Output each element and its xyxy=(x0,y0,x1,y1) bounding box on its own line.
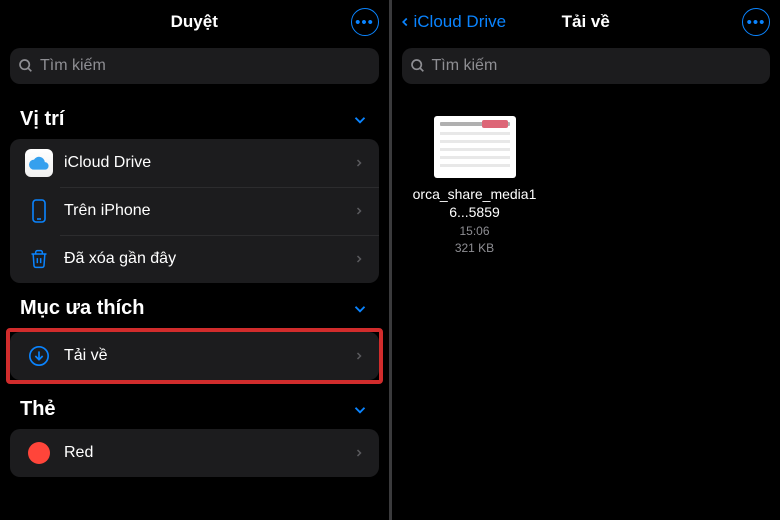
locations-title: Vị trí xyxy=(20,108,64,131)
favorites-title: Mục ưa thích xyxy=(20,297,145,320)
file-name: orca_share_media16...5859 xyxy=(410,186,540,221)
chevron-right-icon xyxy=(353,349,365,363)
right-header: iCloud Drive Tải về ••• xyxy=(392,0,780,44)
more-button[interactable]: ••• xyxy=(351,8,379,36)
iphone-icon xyxy=(24,199,54,223)
row-label: Trên iPhone xyxy=(64,202,353,220)
file-size: 321 KB xyxy=(410,241,540,255)
chevron-right-icon xyxy=(353,446,365,460)
chevron-down-icon xyxy=(351,111,369,129)
tags-list: Red xyxy=(0,429,389,477)
icloud-icon xyxy=(24,149,54,177)
chevron-right-icon xyxy=(353,204,365,218)
chevron-left-icon xyxy=(398,12,412,32)
locations-list: iCloud Drive Trên iPhone Đã xóa gần đây xyxy=(0,139,389,283)
favorites-header[interactable]: Mục ưa thích xyxy=(0,283,389,328)
file-thumbnail xyxy=(434,116,516,178)
highlighted-row: Tải về xyxy=(6,328,383,384)
row-label: Đã xóa gần đây xyxy=(64,250,353,268)
browse-content: Vị trí iCloud Drive Trên iPhone xyxy=(0,94,389,520)
ellipsis-icon: ••• xyxy=(355,15,374,30)
favorite-downloads[interactable]: Tải về xyxy=(10,332,379,380)
file-item[interactable]: orca_share_media16...5859 15:06 321 KB xyxy=(410,116,540,255)
download-icon xyxy=(24,345,54,367)
locations-header[interactable]: Vị trí xyxy=(0,94,389,139)
search-placeholder: Tìm kiếm xyxy=(432,57,498,75)
row-label: iCloud Drive xyxy=(64,154,353,172)
browse-screen: Duyệt ••• Tìm kiếm Vị trí iCloud Drive xyxy=(0,0,392,520)
chevron-down-icon xyxy=(351,300,369,318)
left-header: Duyệt ••• xyxy=(0,0,389,44)
ellipsis-icon: ••• xyxy=(747,15,766,30)
downloads-screen: iCloud Drive Tải về ••• Tìm kiếm orca_sh… xyxy=(392,0,780,520)
page-title: Tải về xyxy=(562,12,610,32)
search-input[interactable]: Tìm kiếm xyxy=(10,48,379,84)
row-label: Red xyxy=(64,444,353,462)
search-input[interactable]: Tìm kiếm xyxy=(402,48,771,84)
tag-red[interactable]: Red xyxy=(10,429,379,477)
tags-header[interactable]: Thẻ xyxy=(0,384,389,429)
back-button[interactable]: iCloud Drive xyxy=(398,12,507,32)
search-icon xyxy=(410,58,426,74)
trash-icon xyxy=(24,248,54,270)
tag-dot-icon xyxy=(24,442,54,464)
location-on-iphone[interactable]: Trên iPhone xyxy=(10,187,379,235)
file-grid: orca_share_media16...5859 15:06 321 KB xyxy=(392,94,780,273)
back-label: iCloud Drive xyxy=(414,12,507,32)
chevron-down-icon xyxy=(351,401,369,419)
favorites-list: Tải về xyxy=(10,332,379,380)
chevron-right-icon xyxy=(353,156,365,170)
file-time: 15:06 xyxy=(410,224,540,238)
row-label: Tải về xyxy=(64,347,353,365)
more-button[interactable]: ••• xyxy=(742,8,770,36)
location-icloud-drive[interactable]: iCloud Drive xyxy=(10,139,379,187)
search-placeholder: Tìm kiếm xyxy=(40,57,106,75)
page-title: Duyệt xyxy=(171,12,218,32)
location-recently-deleted[interactable]: Đã xóa gần đây xyxy=(10,235,379,283)
search-icon xyxy=(18,58,34,74)
chevron-right-icon xyxy=(353,252,365,266)
tags-title: Thẻ xyxy=(20,398,56,421)
